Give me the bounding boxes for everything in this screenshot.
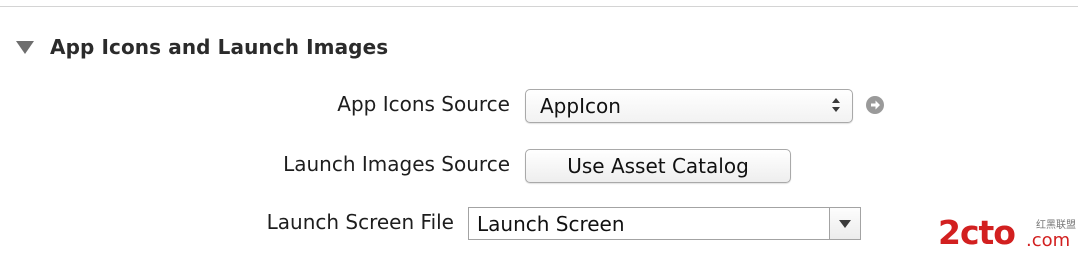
watermark-main-text: 2cto xyxy=(938,213,1016,252)
watermark-logo: 2cto 红黑联盟 .com xyxy=(938,208,1076,252)
launch-screen-file-combo[interactable]: Launch Screen xyxy=(468,207,861,240)
use-asset-catalog-button[interactable]: Use Asset Catalog xyxy=(525,149,791,183)
launch-screen-file-label: Launch Screen File xyxy=(266,210,454,234)
launch-screen-file-input[interactable]: Launch Screen xyxy=(469,212,829,236)
launch-images-source-label: Launch Images Source xyxy=(283,152,510,176)
app-icons-source-label: App Icons Source xyxy=(337,92,510,116)
app-icons-source-popup[interactable]: AppIcon xyxy=(525,89,853,123)
chevron-down-icon xyxy=(839,219,851,228)
watermark-dotcom-text: .com xyxy=(1026,230,1071,251)
watermark-cn-text: 红黑联盟 xyxy=(1036,220,1076,231)
go-to-asset-arrow-icon[interactable] xyxy=(866,96,884,114)
app-icons-source-value: AppIcon xyxy=(540,94,621,118)
top-divider xyxy=(0,6,1078,7)
disclosure-triangle-icon[interactable] xyxy=(16,41,34,54)
section-header-app-icons[interactable]: App Icons and Launch Images xyxy=(16,33,388,61)
combo-dropdown-button[interactable] xyxy=(829,208,860,239)
section-title: App Icons and Launch Images xyxy=(50,35,389,59)
up-down-arrows-icon xyxy=(832,98,840,114)
